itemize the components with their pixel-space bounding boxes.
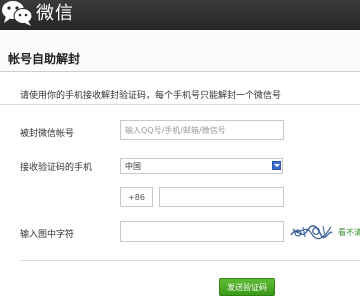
chevron-down-icon[interactable]: [272, 161, 281, 170]
phone-label: 接收验证码的手机: [20, 163, 93, 173]
account-input[interactable]: 输入QQ号/手机/邮箱/微信号: [120, 120, 284, 140]
brand-name: 微信: [36, 3, 74, 24]
country-code: +86: [128, 192, 145, 202]
country-select-value: 中国: [125, 161, 141, 171]
captcha-label: 输入图中字符: [20, 230, 75, 240]
wechat-logo-icon: [2, 1, 33, 26]
instruction-text: 请使用你的手机接收解封验证码，每个手机号只能解封一个微信号: [20, 91, 282, 101]
refresh-captcha-link[interactable]: 看不清: [338, 227, 360, 238]
captcha-image[interactable]: [289, 221, 333, 243]
top-bar: 微信: [0, 0, 360, 30]
instruction-divider: [0, 104, 360, 105]
page-title: 帐号自助解封: [8, 52, 81, 66]
form-divider: [20, 260, 360, 261]
form-area: [0, 72, 360, 300]
account-label: 被封微信帐号: [20, 129, 75, 139]
captcha-input[interactable]: [120, 221, 284, 242]
send-code-button[interactable]: 发送验证码: [219, 278, 275, 296]
account-placeholder: 输入QQ号/手机/邮箱/微信号: [125, 125, 226, 135]
phone-input[interactable]: [159, 187, 284, 207]
country-code-field: +86: [120, 187, 153, 207]
country-select[interactable]: 中国: [120, 158, 283, 174]
